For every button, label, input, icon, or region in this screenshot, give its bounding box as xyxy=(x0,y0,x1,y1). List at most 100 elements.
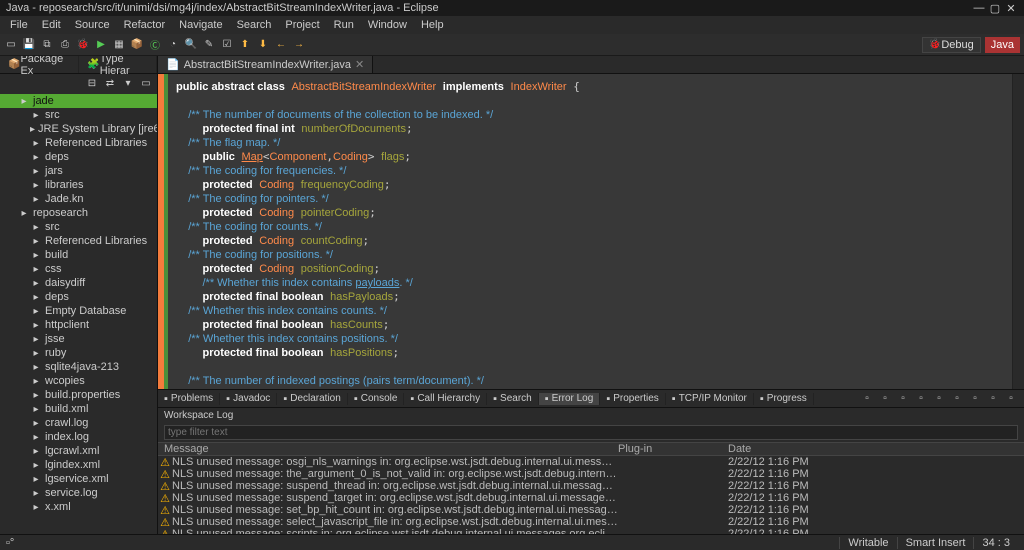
tree-item[interactable]: ▸Referenced Libraries xyxy=(0,136,157,150)
menu-window[interactable]: Window xyxy=(362,19,413,31)
minimize-view-icon[interactable]: ▫ xyxy=(986,392,1000,406)
perspective-java[interactable]: Java xyxy=(985,37,1020,53)
tree-item[interactable]: ▸build.properties xyxy=(0,388,157,402)
tree-item[interactable]: ▸Empty Database xyxy=(0,304,157,318)
tab-package-explorer[interactable]: 📦 Package Ex xyxy=(0,56,79,73)
close-tab-icon[interactable]: ✕ xyxy=(355,58,364,71)
tree-item[interactable]: ▸lgservice.xml xyxy=(0,472,157,486)
back-icon[interactable]: ← xyxy=(274,38,288,52)
tree-item[interactable]: ▸httpclient xyxy=(0,318,157,332)
tree-item[interactable]: ▸crawl.log xyxy=(0,416,157,430)
maximize-icon[interactable]: ▢ xyxy=(988,2,1002,14)
tree-item[interactable]: ▸daisydiff xyxy=(0,276,157,290)
debug-icon[interactable]: 🐞 xyxy=(76,38,90,52)
menu-run[interactable]: Run xyxy=(328,19,360,31)
tree-item[interactable]: ▸index.log xyxy=(0,430,157,444)
tree-item[interactable]: ▸lgcrawl.xml xyxy=(0,444,157,458)
tree-item[interactable]: ▸src xyxy=(0,108,157,122)
overview-ruler[interactable] xyxy=(1012,74,1024,389)
log-row[interactable]: ⚠NLS unused message: set_bp_hit_count in… xyxy=(158,504,1024,516)
tree-item[interactable]: ▸build xyxy=(0,248,157,262)
log-body[interactable]: ⚠NLS unused message: osgi_nls_warnings i… xyxy=(158,456,1024,534)
menu-navigate[interactable]: Navigate xyxy=(173,19,228,31)
tab-type-hierarchy[interactable]: 🧩 Type Hierar xyxy=(79,56,157,73)
new-package-icon[interactable]: 📦 xyxy=(130,38,144,52)
minimize-view-icon[interactable]: ▭ xyxy=(139,76,153,90)
menu-search[interactable]: Search xyxy=(231,19,278,31)
tree-item[interactable]: ▸Jade.kn xyxy=(0,192,157,206)
maximize-view-icon[interactable]: ▫ xyxy=(1004,392,1018,406)
tab-search[interactable]: ▪Search xyxy=(487,393,539,405)
tree-item[interactable]: ▸jade xyxy=(0,94,157,108)
view-menu-icon[interactable]: ▫ xyxy=(968,392,982,406)
menu-refactor[interactable]: Refactor xyxy=(118,19,172,31)
run-icon[interactable]: ▶ xyxy=(94,38,108,52)
prev-annot-icon[interactable]: ⬆ xyxy=(238,38,252,52)
log-row[interactable]: ⚠NLS unused message: osgi_nls_warnings i… xyxy=(158,456,1024,468)
tab-problems[interactable]: ▪Problems xyxy=(158,393,220,405)
search-icon[interactable]: 🔍 xyxy=(184,38,198,52)
link-editor-icon[interactable]: ⇄ xyxy=(103,76,117,90)
ext-tools-icon[interactable]: ▦ xyxy=(112,38,126,52)
export-log-icon[interactable]: ▫ xyxy=(860,392,874,406)
tree-item[interactable]: ▸deps xyxy=(0,290,157,304)
print-icon[interactable]: ⎙ xyxy=(58,38,72,52)
minimize-icon[interactable]: — xyxy=(972,2,986,14)
open-type-icon[interactable]: ◔ xyxy=(166,38,180,52)
tree-item[interactable]: ▸service.log xyxy=(0,486,157,500)
tree-item[interactable]: ▸wcopies xyxy=(0,374,157,388)
log-row[interactable]: ⚠NLS unused message: suspend_target in: … xyxy=(158,492,1024,504)
tab-console[interactable]: ▪Console xyxy=(348,393,405,405)
editor-tab[interactable]: 📄 AbstractBitStreamIndexWriter.java ✕ xyxy=(158,56,373,73)
toggle-mark-icon[interactable]: ✎ xyxy=(202,38,216,52)
tab-declaration[interactable]: ▪Declaration xyxy=(277,393,348,405)
launch-icon[interactable]: ▫° xyxy=(6,537,14,549)
next-annot-icon[interactable]: ⬇ xyxy=(256,38,270,52)
menu-source[interactable]: Source xyxy=(69,19,116,31)
tree-item[interactable]: ▸build.xml xyxy=(0,402,157,416)
tab-call-hierarchy[interactable]: ▪Call Hierarchy xyxy=(404,393,487,405)
tree-item[interactable]: ▸lgindex.xml xyxy=(0,458,157,472)
code-editor[interactable]: public abstract class AbstractBitStreamI… xyxy=(168,74,1024,389)
tree-item[interactable]: ▸libraries xyxy=(0,178,157,192)
delete-log-icon[interactable]: ▫ xyxy=(914,392,928,406)
tree-item[interactable]: ▸JRE System Library [jre6] xyxy=(0,122,157,136)
tree-item[interactable]: ▸css xyxy=(0,262,157,276)
tab-javadoc[interactable]: ▪Javadoc xyxy=(220,393,277,405)
log-row[interactable]: ⚠NLS unused message: the_argument_0_is_n… xyxy=(158,468,1024,480)
log-row[interactable]: ⚠NLS unused message: suspend_thread in: … xyxy=(158,480,1024,492)
restore-log-icon[interactable]: ▫ xyxy=(950,392,964,406)
import-log-icon[interactable]: ▫ xyxy=(878,392,892,406)
save-all-icon[interactable]: ⧉ xyxy=(40,38,54,52)
open-log-icon[interactable]: ▫ xyxy=(932,392,946,406)
perspective-debug[interactable]: 🐞 Debug xyxy=(922,37,981,53)
tree-item[interactable]: ▸jsse xyxy=(0,332,157,346)
tab-error-log[interactable]: ▪Error Log xyxy=(539,393,601,405)
tree-item[interactable]: ▸Referenced Libraries xyxy=(0,234,157,248)
tab-properties[interactable]: ▪Properties xyxy=(600,393,665,405)
menu-file[interactable]: File xyxy=(4,19,34,31)
file-tree[interactable]: ▸jade▸src▸JRE System Library [jre6]▸Refe… xyxy=(0,92,157,534)
save-icon[interactable]: 💾 xyxy=(22,38,36,52)
clear-log-icon[interactable]: ▫ xyxy=(896,392,910,406)
view-menu-icon[interactable]: ▾ xyxy=(121,76,135,90)
menu-project[interactable]: Project xyxy=(279,19,325,31)
tree-item[interactable]: ▸src xyxy=(0,220,157,234)
tree-item[interactable]: ▸reposearch xyxy=(0,206,157,220)
new-icon[interactable]: ▭ xyxy=(4,38,18,52)
tab-tcp-ip-monitor[interactable]: ▪TCP/IP Monitor xyxy=(666,393,754,405)
menu-help[interactable]: Help xyxy=(415,19,450,31)
menu-edit[interactable]: Edit xyxy=(36,19,67,31)
tree-item[interactable]: ▸x.xml xyxy=(0,500,157,514)
tree-item[interactable]: ▸sqlite4java-213 xyxy=(0,360,157,374)
new-class-icon[interactable]: Ⓒ xyxy=(148,38,162,52)
collapse-all-icon[interactable]: ⊟ xyxy=(85,76,99,90)
tree-item[interactable]: ▸ruby xyxy=(0,346,157,360)
log-row[interactable]: ⚠NLS unused message: select_javascript_f… xyxy=(158,516,1024,528)
tree-item[interactable]: ▸deps xyxy=(0,150,157,164)
tab-progress[interactable]: ▪Progress xyxy=(754,393,814,405)
forward-icon[interactable]: → xyxy=(292,38,306,52)
task-icon[interactable]: ☑ xyxy=(220,38,234,52)
tree-item[interactable]: ▸jars xyxy=(0,164,157,178)
filter-input[interactable] xyxy=(164,425,1018,440)
